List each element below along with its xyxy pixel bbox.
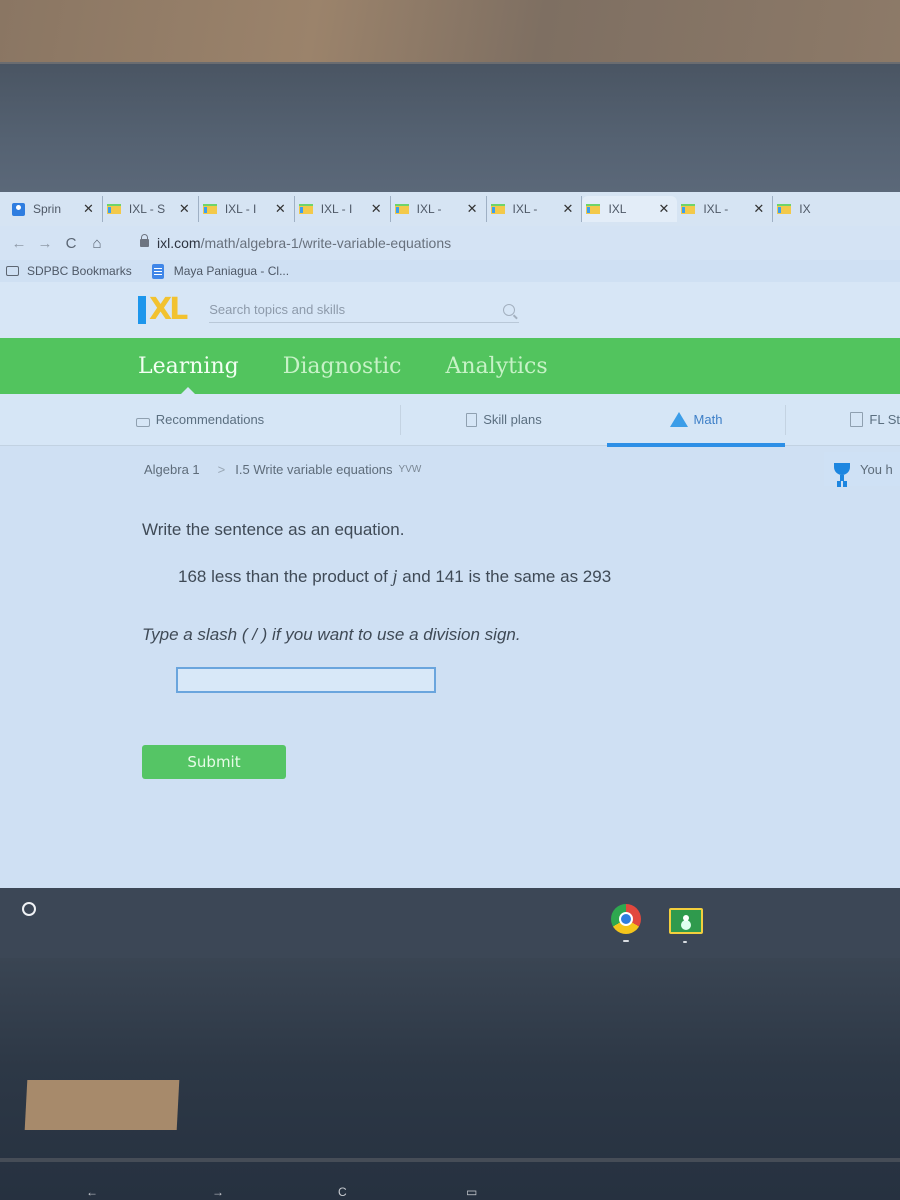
back-key: ← — [86, 1185, 98, 1199]
search-input[interactable] — [209, 302, 470, 317]
docs-icon — [151, 263, 164, 279]
folder-icon — [6, 266, 19, 276]
desk-background — [0, 0, 900, 64]
close-icon[interactable]: ✕ — [179, 201, 190, 217]
tab-strip: Sprin ✕ IXL - S ✕ IXL - I ✕ IXL - I ✕ IXL - … — [0, 192, 900, 226]
close-icon[interactable]: ✕ — [275, 201, 286, 217]
keyboard-top-row: ← → C ▭ — [0, 1185, 900, 1200]
laptop-bezel — [0, 62, 900, 192]
browser-tab[interactable]: IXL - ✕ — [677, 196, 774, 222]
lock-icon — [140, 234, 149, 247]
award-badge[interactable]: You h — [824, 452, 900, 486]
chrome-icon[interactable] — [611, 904, 641, 934]
tab-diagnostic[interactable]: Diagnostic — [283, 354, 402, 379]
ixl-header: XL — [0, 282, 900, 338]
main-nav: Learning Diagnostic Analytics — [0, 338, 900, 395]
close-icon[interactable]: ✕ — [371, 201, 382, 217]
back-button[interactable]: ← — [6, 235, 32, 252]
running-indicator — [623, 940, 629, 942]
bookmarks-bar: SDPBC Bookmarks Maya Paniagua - Cl... — [0, 260, 900, 282]
breadcrumb: Algebra 1 > I.5 Write variable equations… — [0, 446, 900, 492]
question-instruction: Write the sentence as an equation. — [142, 520, 405, 539]
person-icon — [12, 202, 25, 216]
refresh-key: C — [338, 1185, 347, 1199]
bookmark-sdpbc[interactable]: SDPBC Bookmarks — [6, 264, 132, 278]
ixl-favicon-icon — [777, 204, 792, 214]
ixl-favicon-icon — [394, 204, 409, 214]
close-icon[interactable]: ✕ — [467, 201, 478, 217]
close-icon[interactable]: ✕ — [83, 201, 94, 217]
ixl-favicon-icon — [681, 204, 696, 214]
skill-code: YVW — [398, 463, 422, 475]
laptop-keyboard-deck — [0, 958, 900, 1200]
breadcrumb-skill: I.5 Write variable equations — [235, 461, 393, 477]
launcher-icon[interactable] — [22, 902, 36, 916]
browser-window: Sprin ✕ IXL - S ✕ IXL - I ✕ IXL - I ✕ IXL - … — [0, 192, 900, 888]
ixl-favicon-icon — [490, 204, 505, 214]
browser-tab[interactable]: IXL - I ✕ — [295, 196, 391, 222]
breadcrumb-separator: > — [217, 461, 226, 477]
browser-tab[interactable]: IXL - I ✕ — [199, 196, 295, 222]
running-indicator — [683, 941, 687, 943]
tab-learning[interactable]: Learning — [138, 354, 239, 379]
ixl-logo[interactable]: XL — [138, 295, 188, 325]
keyboard-edge — [0, 1158, 900, 1162]
reload-button[interactable]: C — [58, 235, 84, 252]
sticker — [24, 1080, 180, 1130]
skill-plans-icon — [466, 412, 478, 427]
browser-tab[interactable]: IXL - ✕ — [391, 196, 487, 222]
answer-input[interactable] — [176, 667, 436, 693]
recommendations-icon — [135, 418, 150, 427]
ixl-favicon-icon — [298, 204, 313, 214]
browser-toolbar: ← → C ⌂ ixl.com/math/algebra-1/write-var… — [0, 226, 900, 260]
fullscreen-key: ▭ — [466, 1185, 478, 1199]
close-icon[interactable]: ✕ — [658, 201, 669, 217]
math-pyramid-icon — [669, 412, 688, 427]
ixl-favicon-icon — [202, 204, 217, 214]
search-icon[interactable] — [503, 303, 516, 316]
browser-tab[interactable]: IXL - ✕ — [487, 196, 583, 222]
trophy-icon — [834, 463, 850, 481]
subtab-skill-plans[interactable]: Skill plans — [401, 394, 607, 446]
ixl-favicon-icon — [586, 204, 601, 214]
browser-tab[interactable]: IX — [773, 196, 847, 222]
clipboard-icon — [850, 412, 864, 427]
google-classroom-icon[interactable] — [669, 908, 703, 934]
browser-tab[interactable]: IXL - S ✕ — [103, 196, 199, 222]
tab-analytics[interactable]: Analytics — [446, 354, 548, 379]
ixl-favicon-icon — [106, 204, 121, 214]
bookmark-maya-paniagua[interactable]: Maya Paniagua - Cl... — [151, 263, 289, 279]
chromeos-shelf — [0, 888, 900, 958]
subtab-recommendations[interactable]: Recommendations — [0, 394, 400, 446]
search-box — [209, 297, 520, 323]
browser-tab-active[interactable]: IXL ✕ — [582, 196, 678, 222]
forward-button[interactable]: → — [32, 235, 58, 252]
submit-button[interactable]: Submit — [142, 745, 286, 779]
close-icon[interactable]: ✕ — [563, 201, 574, 217]
home-button[interactable]: ⌂ — [84, 235, 110, 252]
subtab-fl-standards[interactable]: FL St — [786, 394, 900, 446]
question-area: Write the sentence as an equation. 168 l… — [0, 492, 900, 779]
question-hint: Type a slash ( / ) if you want to use a … — [142, 625, 521, 644]
browser-tab[interactable]: Sprin ✕ — [8, 196, 103, 222]
forward-key: → — [212, 1185, 224, 1199]
address-bar[interactable]: ixl.com/math/algebra-1/write-variable-eq… — [157, 235, 451, 251]
close-icon[interactable]: ✕ — [753, 201, 764, 217]
question-sentence: 168 less than the product of j and 141 i… — [178, 566, 612, 586]
subtab-math[interactable]: Math — [607, 394, 785, 447]
sub-nav: Recommendations Skill plans Math FL St — [0, 394, 900, 447]
breadcrumb-course[interactable]: Algebra 1 — [144, 462, 200, 477]
